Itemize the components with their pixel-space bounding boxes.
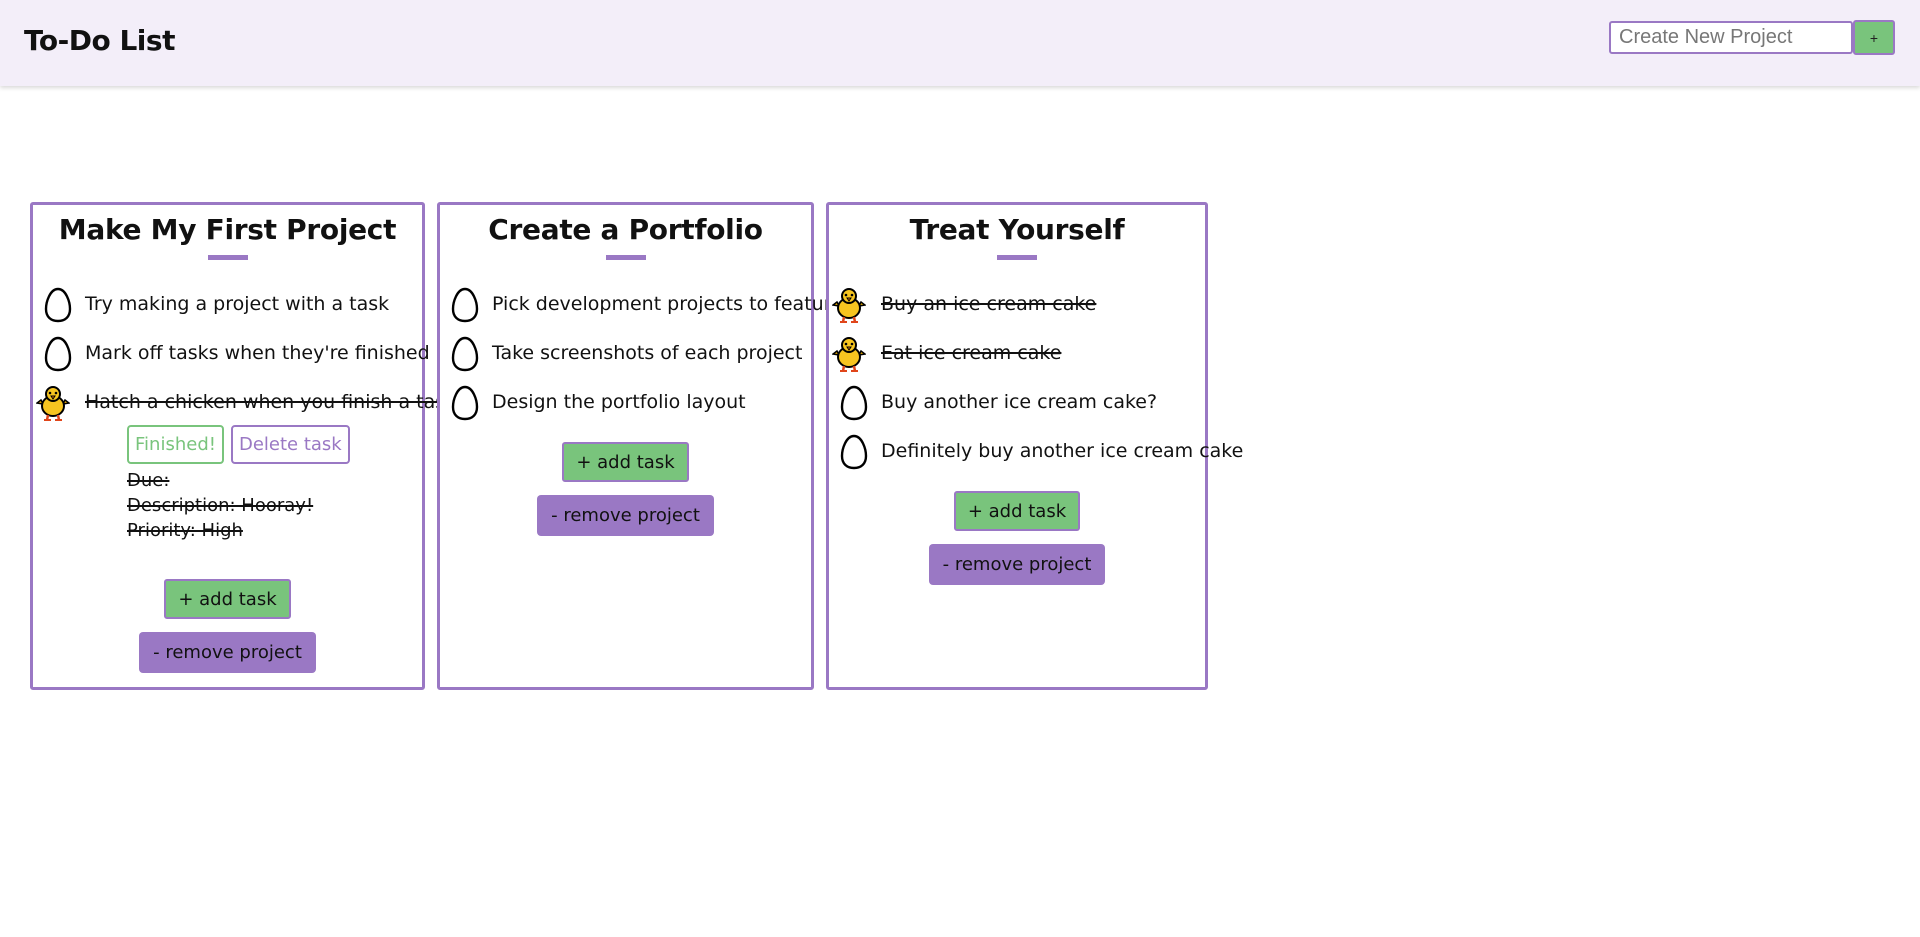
- task-item[interactable]: Definitely buy another ice cream cake: [829, 433, 1243, 482]
- task-details: Finished! Delete task Due: Description: …: [127, 425, 422, 543]
- task-list: Pick development projects to feature Tak…: [440, 286, 843, 433]
- title-underline: [605, 255, 646, 260]
- task-item[interactable]: Buy an ice cream cake: [829, 286, 1205, 335]
- project-title: Create a Portfolio: [488, 213, 763, 246]
- task-label: Mark off tasks when they're finished: [85, 342, 430, 364]
- task-label: Try making a project with a task: [85, 293, 390, 315]
- new-project-input[interactable]: [1609, 21, 1853, 54]
- chick-icon[interactable]: [832, 335, 866, 373]
- project-card: Create a Portfolio Pick development proj…: [437, 202, 843, 690]
- project-title: Make My First Project: [58, 213, 397, 246]
- project-card: Treat Yourself Buy an ice cream cake Eat…: [826, 202, 1243, 690]
- egg-icon[interactable]: [42, 335, 74, 373]
- egg-icon[interactable]: [838, 433, 870, 471]
- task-list: Buy an ice cream cake Eat ice cream cake: [829, 286, 1243, 482]
- task-list: Try making a project with a task Mark of…: [33, 286, 464, 543]
- add-task-button[interactable]: + add task: [562, 442, 689, 482]
- task-item[interactable]: Buy another ice cream cake?: [829, 384, 1205, 433]
- task-item[interactable]: Hatch a chicken when you finish a task!: [33, 384, 464, 433]
- task-label: Buy another ice cream cake?: [881, 391, 1158, 413]
- task-item[interactable]: Eat ice cream cake: [829, 335, 1205, 384]
- task-item[interactable]: Take screenshots of each project: [440, 335, 811, 384]
- task-label: Take screenshots of each project: [492, 342, 803, 364]
- new-project-form: +: [1609, 20, 1895, 55]
- project-actions: + add task - remove project: [829, 491, 1205, 585]
- add-project-button[interactable]: +: [1853, 20, 1895, 55]
- title-underline: [997, 255, 1037, 260]
- egg-icon[interactable]: [838, 384, 870, 422]
- project-title: Treat Yourself: [909, 213, 1125, 246]
- task-item[interactable]: Try making a project with a task: [33, 286, 422, 335]
- egg-icon[interactable]: [449, 335, 481, 373]
- task-label: Buy an ice cream cake: [881, 293, 1097, 315]
- task-label: Definitely buy another ice cream cake: [881, 440, 1244, 462]
- app-header: To-Do List +: [0, 0, 1920, 86]
- task-label: Pick development projects to feature: [492, 293, 843, 315]
- title-underline: [207, 255, 248, 260]
- app-title: To-Do List: [24, 24, 175, 57]
- chick-icon[interactable]: [832, 286, 866, 324]
- remove-project-button[interactable]: - remove project: [928, 544, 1106, 585]
- task-item[interactable]: Pick development projects to feature: [440, 286, 843, 335]
- project-card: Make My First Project Try making a proje…: [30, 202, 464, 690]
- project-actions: + add task - remove project: [440, 442, 811, 536]
- remove-project-button[interactable]: - remove project: [537, 495, 714, 536]
- task-item[interactable]: Design the portfolio layout: [440, 384, 811, 433]
- egg-icon[interactable]: [449, 384, 481, 422]
- chick-icon[interactable]: [36, 384, 70, 422]
- project-actions: + add task - remove project: [33, 579, 422, 673]
- task-label: Eat ice cream cake: [881, 342, 1062, 364]
- add-task-button[interactable]: + add task: [164, 579, 291, 619]
- task-description: Description: Hooray!: [127, 495, 314, 516]
- task-label: Hatch a chicken when you finish a task!: [85, 391, 464, 413]
- egg-icon[interactable]: [449, 286, 481, 324]
- egg-icon[interactable]: [42, 286, 74, 324]
- task-item[interactable]: Mark off tasks when they're finished: [33, 335, 430, 384]
- task-label: Design the portfolio layout: [492, 391, 746, 413]
- task-due: Due:: [127, 470, 170, 491]
- task-priority: Priority: High: [127, 520, 243, 541]
- remove-project-button[interactable]: - remove project: [139, 632, 316, 673]
- add-task-button[interactable]: + add task: [953, 491, 1081, 531]
